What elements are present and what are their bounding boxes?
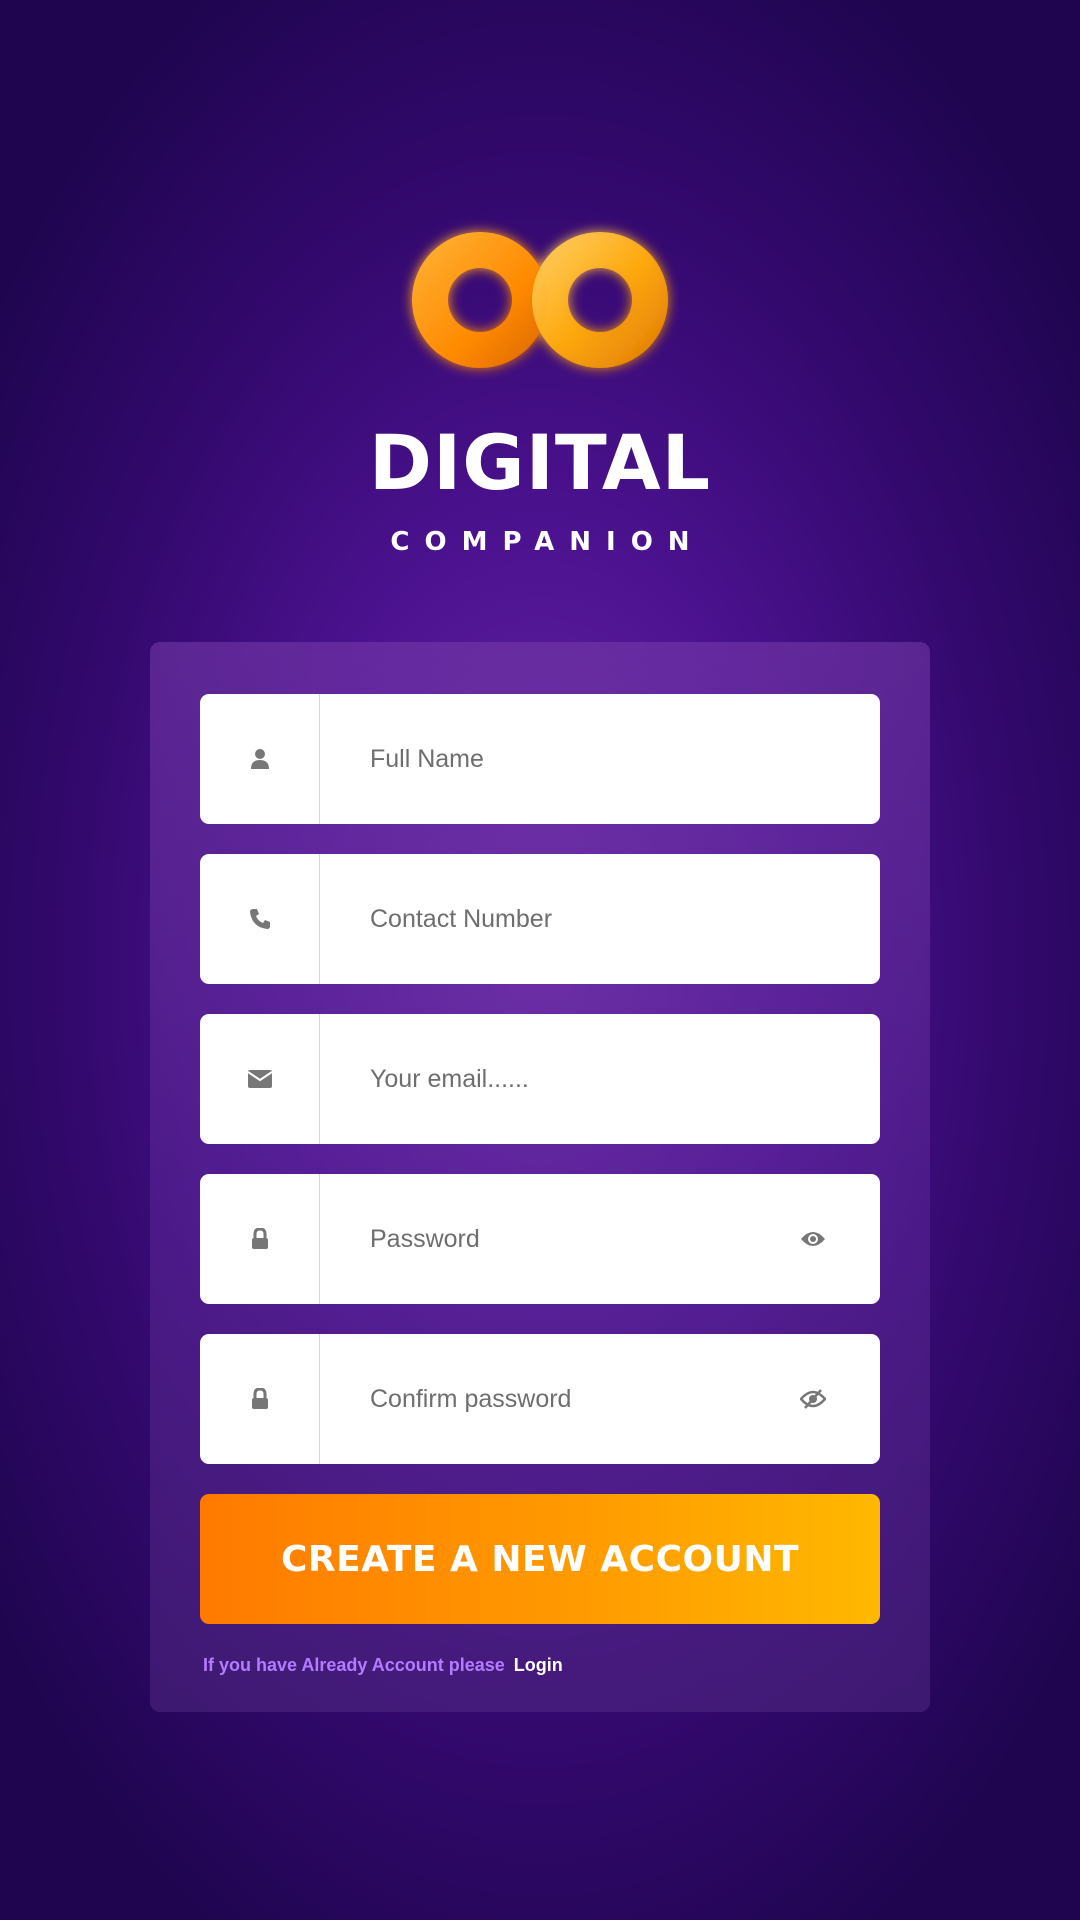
lock-icon <box>200 1334 320 1464</box>
confirm-password-field[interactable] <box>200 1334 880 1464</box>
email-field[interactable] <box>200 1014 880 1144</box>
login-prompt: If you have Already Account please Login <box>203 1655 563 1676</box>
full-name-field[interactable] <box>200 694 880 824</box>
brand-title: DIGITAL <box>368 418 712 507</box>
brand-header: DIGITAL COMPANION <box>0 220 1080 555</box>
eye-icon[interactable] <box>800 1174 880 1304</box>
contact-number-field[interactable] <box>200 854 880 984</box>
signup-card: CREATE A NEW ACCOUNT If you have Already… <box>150 642 930 1712</box>
create-account-button[interactable]: CREATE A NEW ACCOUNT <box>200 1494 880 1624</box>
password-input[interactable] <box>320 1174 800 1304</box>
eye-slash-icon[interactable] <box>800 1334 880 1464</box>
confirm-password-input[interactable] <box>320 1334 800 1464</box>
brand-subtitle: COMPANION <box>390 527 705 557</box>
contact-number-input[interactable] <box>320 854 880 984</box>
full-name-input[interactable] <box>320 694 880 824</box>
login-prompt-text: If you have Already Account please <box>203 1655 505 1675</box>
user-icon <box>200 694 320 824</box>
lock-icon <box>200 1174 320 1304</box>
email-input[interactable] <box>320 1014 880 1144</box>
login-link[interactable]: Login <box>514 1655 563 1675</box>
envelope-icon <box>200 1014 320 1144</box>
password-field[interactable] <box>200 1174 880 1304</box>
infinity-icon <box>411 232 669 368</box>
phone-icon <box>200 854 320 984</box>
